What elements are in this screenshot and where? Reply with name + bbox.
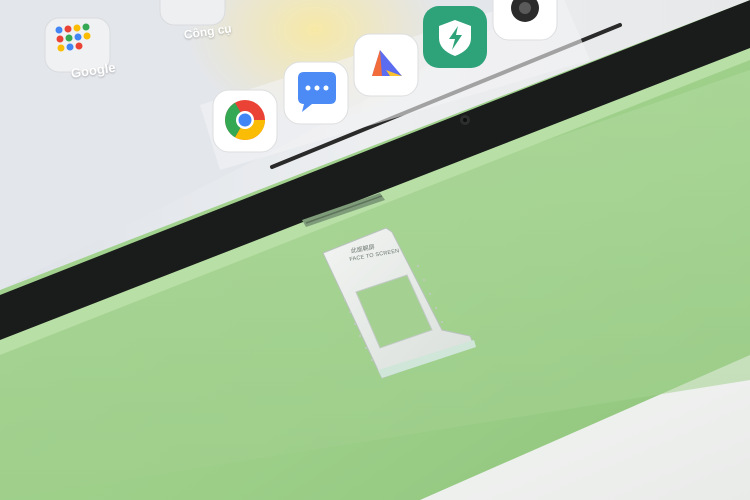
photo-scene: Google Công cụ 此面朝屏 FACE TO SCREEN xyxy=(0,0,750,500)
arc-search-icon xyxy=(353,33,419,97)
pc-manager-icon xyxy=(423,6,487,68)
chrome-icon xyxy=(212,89,278,153)
messages-icon xyxy=(283,61,349,125)
camera-icon xyxy=(492,0,558,41)
tools-folder-icon xyxy=(159,0,226,26)
